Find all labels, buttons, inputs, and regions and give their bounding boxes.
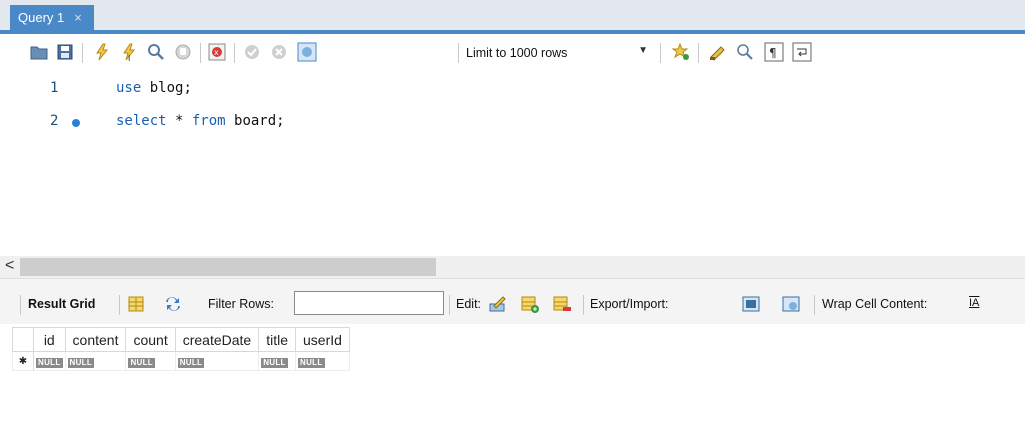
sql-toolbar: I x Limit to 1000 rows ▼ ¶	[0, 34, 1025, 74]
toolbar-separator	[583, 295, 584, 315]
header-row: id content count createDate title userId	[12, 327, 350, 352]
editor-hscrollbar[interactable]: <	[0, 256, 1025, 278]
invisible-chars-icon[interactable]: ¶	[763, 41, 785, 63]
word-wrap-icon[interactable]	[791, 41, 813, 63]
stop-icon[interactable]	[172, 41, 194, 63]
row-header-corner	[12, 327, 34, 352]
svg-text:I: I	[128, 54, 130, 62]
column-header-content[interactable]: content	[64, 327, 127, 352]
line-number: 2	[50, 113, 59, 129]
filter-rows-input[interactable]	[294, 291, 444, 315]
tab-query-1[interactable]: Query 1 ×	[10, 5, 94, 30]
edit-label: Edit:	[456, 297, 482, 311]
scroll-thumb[interactable]	[20, 258, 436, 276]
null-badge: NULL	[261, 358, 288, 368]
sql-text: *	[166, 113, 192, 129]
null-badge: NULL	[36, 358, 63, 368]
execute-current-icon[interactable]: I	[118, 41, 140, 63]
export-import-label: Export/Import:	[590, 297, 669, 311]
filter-rows-icon	[163, 294, 183, 314]
toolbar-separator	[82, 43, 83, 63]
toggle-error-icon[interactable]: x	[206, 41, 228, 63]
chevron-down-icon[interactable]: ▼	[638, 45, 648, 56]
svg-text:x: x	[214, 48, 219, 57]
column-header-createdate[interactable]: createDate	[174, 327, 260, 352]
column-header-count[interactable]: count	[125, 327, 176, 352]
toolbar-separator	[458, 43, 459, 63]
result-toolbar: Result Grid Filter Rows: Edit: Export/Im…	[0, 278, 1025, 325]
add-snippet-icon[interactable]	[670, 41, 692, 63]
toolbar-separator	[20, 295, 21, 315]
sql-editor[interactable]: 1 use blog; 2 select * from board;	[0, 74, 1025, 254]
statement-marker-icon	[72, 119, 80, 127]
sql-keyword: from	[191, 113, 226, 129]
toolbar-separator	[698, 43, 699, 63]
result-table: id content count createDate title userId…	[12, 327, 350, 371]
sql-keyword: use	[116, 80, 142, 96]
editor-line-2: 2 select * from board;	[0, 113, 1025, 137]
table-cell[interactable]: NULL	[174, 351, 260, 371]
export-icon[interactable]	[741, 294, 761, 314]
table-cell[interactable]: NULL	[33, 351, 66, 371]
editor-line-1: 1 use blog;	[0, 80, 1025, 104]
wrap-cell-label: Wrap Cell Content:	[822, 297, 928, 311]
table-cell[interactable]: NULL	[295, 351, 350, 371]
null-badge: NULL	[177, 358, 205, 368]
import-icon[interactable]	[781, 294, 801, 314]
limit-rows-select[interactable]: Limit to 1000 rows ▼	[466, 41, 652, 65]
result-grid: id content count createDate title userId…	[0, 324, 1025, 422]
toolbar-separator	[814, 295, 815, 315]
execute-icon[interactable]	[91, 41, 113, 63]
toolbar-separator	[449, 295, 450, 315]
null-badge: NULL	[128, 358, 155, 368]
table-row[interactable]: ✱ NULL NULL NULL NULL NULL NULL	[12, 351, 350, 371]
sql-text: blog;	[141, 80, 192, 96]
line-number: 1	[50, 80, 59, 96]
find-icon[interactable]	[734, 41, 756, 63]
tab-bar: Query 1 ×	[0, 0, 1025, 34]
toolbar-separator	[234, 43, 235, 63]
scroll-left-icon[interactable]: <	[5, 257, 14, 275]
limit-rows-value: Limit to 1000 rows	[466, 46, 568, 60]
beautify-icon[interactable]	[707, 41, 729, 63]
explain-icon[interactable]	[145, 41, 167, 63]
table-cell[interactable]: NULL	[258, 351, 296, 371]
delete-row-icon[interactable]	[552, 294, 572, 314]
form-toggle-icon[interactable]	[126, 294, 146, 314]
commit-icon[interactable]	[241, 41, 263, 63]
column-header-userid[interactable]: userId	[295, 327, 350, 352]
insert-row-icon[interactable]	[520, 294, 540, 314]
null-badge: NULL	[298, 358, 325, 368]
code-text: select * from board;	[116, 113, 285, 129]
column-header-id[interactable]: id	[33, 327, 66, 352]
code-text: use blog;	[116, 80, 192, 96]
toolbar-separator	[119, 295, 120, 315]
filter-rows-label: Filter Rows:	[208, 297, 274, 311]
sql-text: board;	[225, 113, 285, 129]
wrap-cell-icon[interactable]: IA	[969, 297, 979, 309]
result-grid-label[interactable]: Result Grid	[28, 297, 95, 311]
autocommit-icon[interactable]	[296, 41, 318, 63]
table-cell[interactable]: NULL	[64, 351, 127, 371]
toolbar-separator	[660, 43, 661, 63]
new-row-marker: ✱	[12, 351, 34, 371]
null-badge: NULL	[67, 358, 95, 368]
sql-keyword: select	[116, 113, 167, 129]
toolbar-separator	[200, 43, 201, 63]
svg-text:¶: ¶	[769, 46, 777, 60]
open-folder-icon[interactable]	[28, 41, 50, 63]
save-icon[interactable]	[54, 41, 76, 63]
tab-title: Query 1	[18, 10, 65, 25]
tab-strip	[0, 0, 1025, 30]
rollback-icon[interactable]	[268, 41, 290, 63]
column-header-title[interactable]: title	[258, 327, 296, 352]
table-cell[interactable]: NULL	[125, 351, 176, 371]
edit-row-icon[interactable]	[488, 294, 508, 314]
tab-close-icon[interactable]: ×	[74, 10, 82, 25]
